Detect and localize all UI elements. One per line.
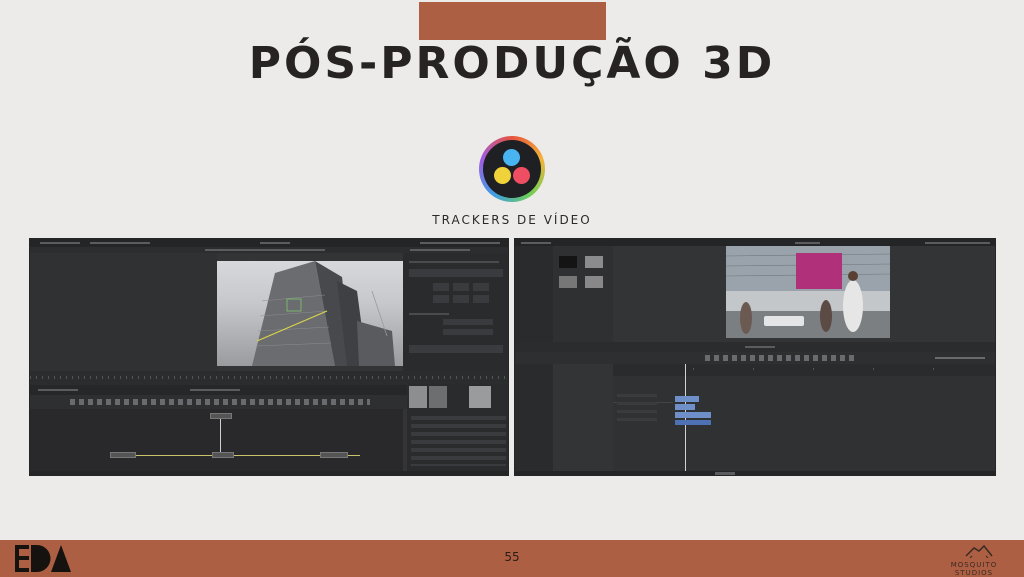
- keyframes-panel: [407, 384, 508, 471]
- logo-petal-yellow: [494, 167, 511, 184]
- top-accent-bar: [419, 2, 606, 40]
- logo-inner: [483, 140, 541, 198]
- empty-viewer: [30, 253, 217, 371]
- timeline: [613, 364, 995, 471]
- brand-logo: MOSQUITO STUDIOS: [934, 544, 1014, 577]
- slide-title: PÓS-PRODUÇÃO 3D: [248, 38, 776, 89]
- fusion-tracker-screenshot: [29, 238, 509, 476]
- clip-v1a[interactable]: [675, 404, 695, 410]
- tracking-viewer: [217, 261, 403, 366]
- page-number: 55: [504, 550, 520, 564]
- inspector-panel: [403, 253, 508, 371]
- node-tracker: [210, 413, 232, 419]
- brand-name: MOSQUITO STUDIOS: [950, 561, 998, 577]
- node-media-in: [110, 452, 136, 458]
- edit-page-screenshot: [514, 238, 996, 476]
- timeline-ruler: [30, 371, 508, 385]
- clip-audio[interactable]: [675, 420, 711, 425]
- node-editor: [30, 409, 403, 471]
- building-footage: [252, 261, 395, 366]
- node-merge: [212, 452, 234, 458]
- clip-v2[interactable]: [675, 396, 699, 402]
- status-bar: [30, 471, 508, 475]
- slide-subtitle: TRACKERS DE VÍDEO: [432, 213, 592, 227]
- page-tabs-bar: [515, 471, 995, 475]
- footer-bar: 55 MOSQUITO STUDIOS: [0, 540, 1024, 577]
- mosquito-icon: [965, 544, 993, 558]
- logo-petal-blue: [503, 149, 520, 166]
- street-footage: [726, 246, 890, 338]
- viewer-transport: [515, 342, 995, 352]
- app-top-bar: [30, 239, 508, 247]
- edit-toolbar: [515, 352, 995, 364]
- logo-petal-red: [513, 167, 530, 184]
- media-pool: [553, 246, 613, 354]
- edit-viewer: [726, 246, 890, 338]
- app-top-bar-right: [515, 239, 995, 246]
- node-media-out: [320, 452, 348, 458]
- davinci-resolve-logo: [479, 136, 545, 202]
- clip-v1b[interactable]: [675, 412, 711, 418]
